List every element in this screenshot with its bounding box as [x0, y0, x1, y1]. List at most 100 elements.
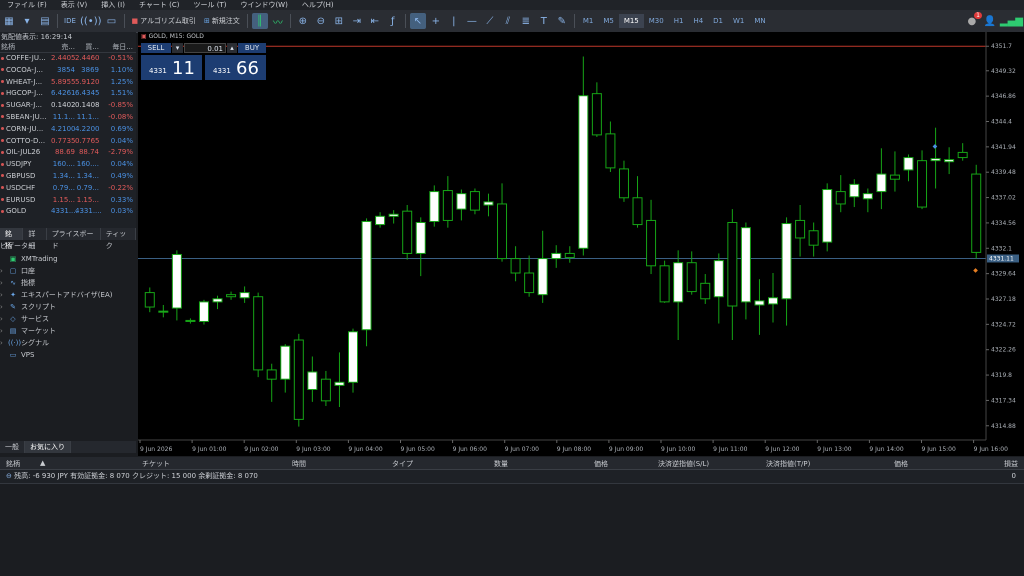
menu-item-3[interactable]: チャート (C) — [132, 0, 187, 10]
navigator-item[interactable]: › ∿ 指標 — [0, 277, 136, 289]
navigator-item[interactable]: › ((·)) シグナル — [0, 337, 136, 349]
indicators-icon[interactable]: ƒ — [385, 13, 401, 29]
crosshair-icon[interactable]: + — [428, 13, 444, 29]
navigator-item[interactable]: ▣ XMTrading — [0, 253, 136, 265]
term-col-sl[interactable]: 決済逆指値(S/L) — [658, 459, 709, 469]
timeframe-h4[interactable]: H4 — [688, 14, 708, 28]
header-ask[interactable]: 買... — [75, 42, 99, 52]
chart-shift-icon[interactable]: ⇤ — [367, 13, 383, 29]
menu-item-2[interactable]: 挿入 (I) — [94, 0, 132, 10]
text-icon[interactable]: T — [536, 13, 552, 29]
expand-icon[interactable]: › — [0, 337, 8, 349]
chat-icon[interactable]: ▭ — [104, 13, 120, 29]
lot-size-input[interactable]: 0.01 — [184, 43, 226, 53]
expand-icon[interactable]: › — [0, 277, 8, 289]
term-col-volume[interactable]: 数量 — [494, 459, 508, 469]
channel-icon[interactable]: ⫽ — [500, 13, 516, 29]
navigator-item[interactable]: › ◇ サービス — [0, 313, 136, 325]
menu-item-0[interactable]: ファイル (F) — [0, 0, 54, 10]
menu-item-1[interactable]: 表示 (V) — [54, 0, 94, 10]
expand-icon[interactable]: › — [0, 313, 8, 325]
market-watch-row[interactable]: WHEAT-J... 5.8955 5.9120 1.25% — [0, 77, 136, 89]
profiles-icon[interactable]: ▾ — [19, 13, 35, 29]
header-bid[interactable]: 売... — [51, 42, 75, 52]
fibonacci-icon[interactable]: ≣ — [518, 13, 534, 29]
market-watch-row[interactable]: SBEAN-JU... 11.1... 11.1... -0.08% — [0, 112, 136, 124]
sell-price-box[interactable]: 4331 11 — [141, 55, 202, 80]
buy-price-box[interactable]: 4331 66 — [205, 55, 266, 80]
market-watch-row[interactable]: GOLD 4331.... 4331.... 0.03% — [0, 206, 136, 218]
term-col-price[interactable]: 価格 — [594, 459, 608, 469]
zoom-out-icon[interactable]: ⊖ — [313, 13, 329, 29]
term-col-ticket[interactable]: チケット — [142, 459, 170, 469]
navigator-item[interactable]: ▭ VPS — [0, 349, 136, 361]
timeframe-mn[interactable]: MN — [749, 14, 770, 28]
signal-icon[interactable]: ((•)) — [80, 13, 102, 29]
sell-button[interactable]: SELL — [141, 43, 171, 53]
navigator-item[interactable]: › ▢ 口座 — [0, 265, 136, 277]
expand-icon[interactable]: › — [0, 265, 8, 277]
market-watch-row[interactable]: COFFE-JU... 2.4405 2.4460 -0.51% — [0, 53, 136, 65]
notification-icon[interactable]: ● 1 — [964, 12, 982, 29]
expand-icon[interactable]: › — [0, 289, 8, 301]
term-col-profit[interactable]: 損益 — [1004, 459, 1018, 469]
timeframe-m5[interactable]: M5 — [598, 14, 619, 28]
timeframe-d1[interactable]: D1 — [708, 14, 728, 28]
term-col-symbol[interactable]: 銘柄 — [6, 459, 20, 469]
templates-icon[interactable]: ▤ — [37, 13, 53, 29]
menu-item-5[interactable]: ウインドウ(W) — [233, 0, 294, 10]
navigator-item[interactable]: › ▤ マーケット — [0, 325, 136, 337]
menu-item-4[interactable]: ツール (T) — [186, 0, 233, 10]
market-watch-row[interactable]: CORN-JU... 4.2100 4.2200 0.69% — [0, 124, 136, 136]
timeframe-w1[interactable]: W1 — [728, 14, 749, 28]
timeframe-m1[interactable]: M1 — [578, 14, 599, 28]
market-watch-row[interactable]: EURUSD 1.15... 1.15... 0.33% — [0, 195, 136, 207]
expand-icon[interactable]: › — [0, 301, 8, 313]
ide-icon[interactable]: IDE — [62, 13, 78, 29]
chart-window[interactable]: 4351.7 4349.32 4346.86 4344.4 4341.94 4339.48… — [138, 32, 1024, 456]
zoom-in-icon[interactable]: ⊕ — [295, 13, 311, 29]
market-watch-tab-3[interactable]: ティック — [101, 228, 136, 250]
navigator-tab-0[interactable]: 一般 — [0, 441, 25, 453]
navigator-item[interactable]: › ✦ エキスパートアドバイザ(EA) — [0, 289, 136, 301]
header-symbol[interactable]: 銘柄 — [0, 42, 51, 52]
shapes-icon[interactable]: ✎ — [554, 13, 570, 29]
market-watch-tab-0[interactable]: 銘柄 — [0, 228, 24, 250]
market-watch-row[interactable]: USDCHF 0.79... 0.79... -0.22% — [0, 183, 136, 195]
timeframe-h1[interactable]: H1 — [669, 14, 689, 28]
market-watch-row[interactable]: COCOA-J... 3854 3869 1.10% — [0, 65, 136, 77]
header-change[interactable]: 毎日... — [99, 42, 136, 52]
term-col-type[interactable]: タイプ — [392, 459, 413, 469]
auto-scroll-icon[interactable]: ⇥ — [349, 13, 365, 29]
timeframe-m15[interactable]: M15 — [618, 14, 644, 28]
candlestick-chart-icon[interactable]: ║ — [251, 13, 268, 29]
market-watch-row[interactable]: SUGAR-J... 0.1402 0.1408 -0.85% — [0, 100, 136, 112]
buy-button[interactable]: BUY — [238, 43, 266, 53]
vertical-line-icon[interactable]: | — [446, 13, 462, 29]
navigator-tab-1[interactable]: お気に入り — [25, 441, 71, 453]
expand-icon[interactable]: › — [0, 325, 8, 337]
market-watch-row[interactable]: HGCOP-J... 6.4261 6.4345 1.51% — [0, 88, 136, 100]
algo-trading-button[interactable]: ■ アルゴリズム取引 — [129, 13, 199, 29]
new-order-button[interactable]: ⊞ 新規注文 — [201, 13, 243, 29]
cursor-icon[interactable]: ↖ — [409, 13, 426, 29]
market-watch-row[interactable]: GBPUSD 1.34... 1.34... 0.49% — [0, 171, 136, 183]
market-watch-row[interactable]: USDJPY 160.... 160.... 0.04% — [0, 159, 136, 171]
horizontal-line-icon[interactable]: — — [464, 13, 480, 29]
grid-icon[interactable]: ⊞ — [331, 13, 347, 29]
term-col-tp[interactable]: 決済指値(T/P) — [766, 459, 810, 469]
lot-dropdown-icon[interactable]: ▾ — [172, 43, 183, 53]
line-chart-icon[interactable]: 〰 — [270, 13, 286, 29]
new-chart-icon[interactable]: ▦ — [1, 13, 17, 29]
market-watch-row[interactable]: OIL-JUL26 88.69 88.74 -2.79% — [0, 147, 136, 159]
trend-line-icon[interactable]: ⟋ — [482, 13, 498, 29]
term-col-current-price[interactable]: 価格 — [894, 459, 908, 469]
menu-item-6[interactable]: ヘルプ(H) — [295, 0, 341, 10]
navigator-item[interactable]: › ✎ スクリプト — [0, 301, 136, 313]
account-icon[interactable]: 👤 — [982, 13, 998, 29]
market-watch-tab-1[interactable]: 詳細 — [23, 228, 47, 250]
timeframe-m30[interactable]: M30 — [644, 14, 669, 28]
term-col-time[interactable]: 時間 — [292, 459, 306, 469]
market-watch-row[interactable]: COTTO-D... 0.7735 0.7765 0.04% — [0, 136, 136, 148]
lot-stepper-icon[interactable]: ▴ — [227, 43, 237, 53]
